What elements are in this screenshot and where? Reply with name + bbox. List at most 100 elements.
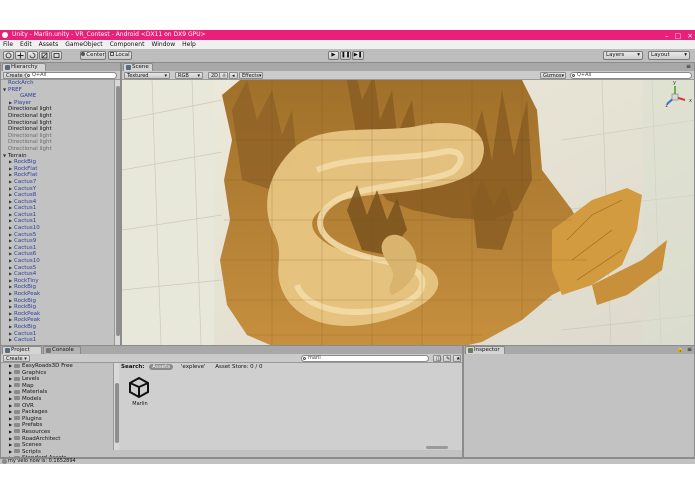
- hierarchy-item[interactable]: ▶ Cactus1: [1, 205, 113, 212]
- project-folder[interactable]: ▶ Resources: [1, 429, 113, 436]
- hierarchy-item[interactable]: Directional light: [1, 106, 113, 113]
- menu-assets[interactable]: Assets: [39, 40, 59, 49]
- hierarchy-item[interactable]: ▶ Cactus6: [1, 251, 113, 258]
- hierarchy-item[interactable]: ▶ Cactus7: [1, 179, 113, 186]
- project-folder[interactable]: ▶ RoadArchitect: [1, 436, 113, 443]
- space-toggle-button[interactable]: Local: [108, 51, 132, 60]
- hierarchy-item[interactable]: ▶ Cactus1: [1, 212, 113, 219]
- hierarchy-item[interactable]: Directional light: [1, 126, 113, 133]
- hierarchy-item[interactable]: ▶ RockFlat: [1, 166, 113, 173]
- tab-console[interactable]: Console: [43, 346, 81, 354]
- hierarchy-item[interactable]: ▶ RockFlat: [1, 172, 113, 179]
- hierarchy-item[interactable]: ▶ RockBig: [1, 304, 113, 311]
- save-search-button[interactable]: ★: [453, 355, 461, 362]
- hierarchy-item[interactable]: ▶ RockPeak: [1, 311, 113, 318]
- hierarchy-search-input[interactable]: Q+All: [25, 72, 117, 79]
- pause-button[interactable]: ❚❚: [340, 51, 351, 60]
- move-tool-button[interactable]: [15, 51, 26, 60]
- hierarchy-scroll-thumb[interactable]: [116, 86, 120, 336]
- hierarchy-item[interactable]: ▶ Cactus9: [1, 238, 113, 245]
- scene-search-input[interactable]: Q+All: [570, 72, 692, 79]
- menu-window[interactable]: Window: [151, 40, 175, 49]
- tab-hierarchy[interactable]: Hierarchy: [2, 63, 46, 71]
- scene-viewport[interactable]: y x z: [122, 80, 694, 371]
- hierarchy-item[interactable]: Directional light: [1, 146, 113, 153]
- hierarchy-item[interactable]: ▶ Cactus8: [1, 192, 113, 199]
- hierarchy-item[interactable]: ▶ Cactus1: [1, 337, 113, 344]
- icon-size-slider[interactable]: [426, 446, 448, 449]
- hierarchy-item[interactable]: ▶ Cactus4: [1, 271, 113, 278]
- project-folder[interactable]: ▶ Packages: [1, 409, 113, 416]
- hierarchy-item[interactable]: ▼ Terrain: [1, 153, 113, 160]
- rotate-tool-button[interactable]: [27, 51, 38, 60]
- asset-item[interactable]: Marlin: [127, 375, 153, 411]
- project-folder[interactable]: ▶ Models: [1, 396, 113, 403]
- hierarchy-item[interactable]: ▶ RockTiny: [1, 278, 113, 285]
- step-button[interactable]: ▶❚: [352, 51, 364, 60]
- filter-label-button[interactable]: ✎: [443, 355, 451, 362]
- project-folder[interactable]: ▶ Scenes: [1, 442, 113, 449]
- effects-dropdown[interactable]: Effects▾: [239, 72, 263, 79]
- hierarchy-scrollbar[interactable]: [114, 80, 120, 371]
- hierarchy-item[interactable]: ▶ Cactus10: [1, 225, 113, 232]
- hierarchy-item[interactable]: ▶ Cactus1: [1, 245, 113, 252]
- hierarchy-item[interactable]: ▶ RockBig: [1, 159, 113, 166]
- tab-scene[interactable]: Scene: [123, 63, 153, 71]
- project-folder[interactable]: ▶ Levels: [1, 376, 113, 383]
- hierarchy-item[interactable]: ▶ Cactus5: [1, 265, 113, 272]
- layers-dropdown[interactable]: Layers ▾: [603, 51, 643, 60]
- rect-tool-button[interactable]: [51, 51, 62, 60]
- layout-dropdown[interactable]: Layout ▾: [648, 51, 690, 60]
- hierarchy-item[interactable]: ▶ RockPeak: [1, 317, 113, 324]
- asset-store-scope[interactable]: Asset Store: 0 / 0: [215, 364, 262, 370]
- project-folder[interactable]: ▶ Plugins: [1, 416, 113, 423]
- hand-tool-button[interactable]: [3, 51, 14, 60]
- panel-menu-icon[interactable]: ≡: [686, 63, 691, 70]
- hierarchy-item[interactable]: ▶ Cactus10: [1, 258, 113, 265]
- project-folder[interactable]: ▶ EasyRoads3D Free: [1, 363, 113, 370]
- hierarchy-item[interactable]: ▶ Cactus1: [1, 331, 113, 338]
- project-folder[interactable]: ▶ Prefabs: [1, 422, 113, 429]
- lighting-toggle[interactable]: ☼: [219, 72, 228, 79]
- hierarchy-item[interactable]: Directional light: [1, 120, 113, 127]
- hierarchy-item[interactable]: ▶ Cactus4: [1, 199, 113, 206]
- menu-gameobject[interactable]: GameObject: [65, 40, 102, 49]
- lock-icon[interactable]: 🔒: [677, 346, 684, 353]
- scale-tool-button[interactable]: [39, 51, 50, 60]
- hierarchy-item[interactable]: ▶ RockBig: [1, 284, 113, 291]
- gizmos-dropdown[interactable]: Gizmos▾: [540, 72, 566, 79]
- tab-inspector[interactable]: Inspector: [465, 346, 505, 354]
- panel-menu-icon[interactable]: ≡: [687, 346, 692, 353]
- create-dropdown[interactable]: Create ▾: [3, 355, 30, 362]
- audio-toggle[interactable]: ◂: [229, 72, 238, 79]
- menu-component[interactable]: Component: [110, 40, 145, 49]
- hierarchy-item[interactable]: ▶ RockBig: [1, 298, 113, 305]
- hierarchy-item[interactable]: ▶ Cactus1: [1, 218, 113, 225]
- hierarchy-item[interactable]: RockArch: [1, 80, 113, 87]
- hierarchy-item[interactable]: ▶ RockPeak: [1, 291, 113, 298]
- menu-help[interactable]: Help: [182, 40, 196, 49]
- hierarchy-item[interactable]: ▶ Cactus5: [1, 232, 113, 239]
- project-folder[interactable]: ▶ Graphics: [1, 370, 113, 377]
- hierarchy-item[interactable]: Directional light: [1, 133, 113, 140]
- hierarchy-item[interactable]: Directional light: [1, 113, 113, 120]
- hierarchy-item[interactable]: ▼ PREF: [1, 87, 113, 94]
- assets-scope-chip[interactable]: Assets: [149, 364, 174, 370]
- hierarchy-item[interactable]: GAME: [1, 93, 113, 100]
- project-search-input[interactable]: marli: [301, 355, 429, 362]
- hierarchy-item[interactable]: ▶ CactusY: [1, 186, 113, 193]
- render-mode-dropdown[interactable]: RGB ▾: [175, 72, 203, 79]
- tab-project[interactable]: Project: [2, 346, 42, 354]
- play-button[interactable]: ▶: [328, 51, 339, 60]
- hierarchy-item[interactable]: Directional light: [1, 139, 113, 146]
- menu-file[interactable]: File: [3, 40, 13, 49]
- hierarchy-item[interactable]: ▶ Player: [1, 100, 113, 107]
- folder-scope-chip[interactable]: 'expleve': [181, 364, 206, 370]
- project-folder[interactable]: ▶ Scripts: [1, 449, 113, 456]
- menu-edit[interactable]: Edit: [20, 40, 32, 49]
- shading-mode-dropdown[interactable]: Textured ▾: [124, 72, 170, 79]
- project-folder[interactable]: ▶ Materials: [1, 389, 113, 396]
- filter-type-button[interactable]: ◫: [433, 355, 441, 362]
- hierarchy-item[interactable]: ▶ RockBig: [1, 324, 113, 331]
- pivot-toggle-button[interactable]: Center: [80, 51, 106, 60]
